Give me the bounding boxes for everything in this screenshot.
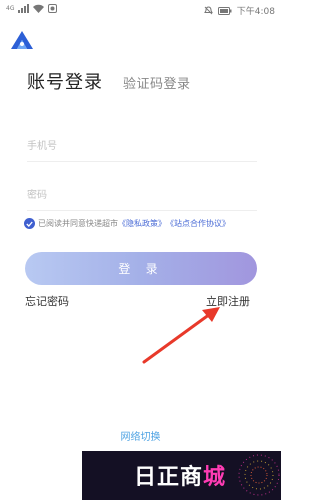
watermark-dots-icon [238, 454, 280, 496]
check-icon [26, 221, 33, 227]
partner-agreement-link[interactable]: 《站点合作协议》 [166, 218, 230, 229]
login-button[interactable]: 登 录 [25, 252, 257, 285]
notification-icon [48, 4, 58, 13]
password-input[interactable] [27, 181, 257, 210]
battery-icon [217, 6, 232, 15]
status-left: 4G [6, 4, 58, 13]
status-time: 下午4:08 [236, 7, 275, 17]
mute-icon [203, 6, 213, 15]
status-bar: 4G 下午4:08 [0, 0, 281, 20]
tab-account-login[interactable]: 账号登录 [27, 68, 103, 94]
network-type: 4G [6, 5, 15, 12]
network-switch-link[interactable]: 网络切换 [0, 428, 281, 443]
password-field-container [27, 181, 257, 211]
watermark-banner: 日正商城 [82, 451, 281, 500]
phone-field-container [27, 132, 257, 162]
signal-icon [18, 4, 30, 13]
agreement-text: 已阅读并同意快递超市 [38, 219, 118, 228]
tab-code-login[interactable]: 验证码登录 [123, 73, 191, 92]
forgot-password-link[interactable]: 忘记密码 [25, 293, 69, 309]
agreement-checkbox[interactable] [24, 218, 35, 229]
privacy-policy-link[interactable]: 《隐私政策》 [118, 218, 166, 229]
annotation-arrow-icon [142, 307, 220, 364]
app-logo [10, 30, 34, 50]
watermark-text-main: 日正商 [134, 465, 204, 490]
agreement-row: 已阅读并同意快递超市 《隐私政策》 《站点合作协议》 [24, 218, 230, 229]
phone-input[interactable] [27, 132, 257, 161]
status-right: 下午4:08 [203, 4, 275, 17]
wifi-icon [33, 4, 45, 13]
